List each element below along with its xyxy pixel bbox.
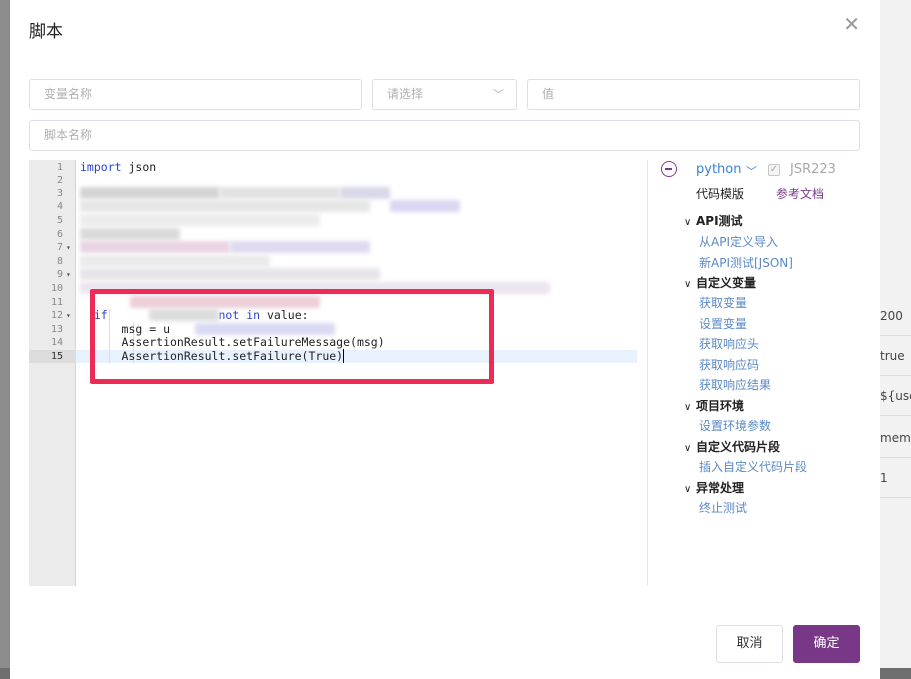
template-item[interactable]: 设置环境参数	[699, 417, 771, 434]
group-title: API测试	[696, 214, 743, 228]
chevron-down-icon: ∨	[684, 443, 692, 454]
template-item[interactable]: 设置变量	[699, 315, 747, 332]
group-api-test[interactable]: ∨ API测试	[684, 212, 743, 229]
code-line: import json	[80, 161, 156, 174]
script-name-input[interactable]: 脚本名称	[29, 120, 860, 151]
group-project-env[interactable]: ∨ 项目环境	[684, 397, 744, 414]
group-title: 异常处理	[696, 481, 745, 495]
redacted-code	[390, 200, 460, 212]
template-item[interactable]: 新API测试[JSON]	[699, 254, 793, 271]
template-item[interactable]: 终止测试	[699, 499, 747, 516]
confirm-button[interactable]: 确定	[793, 625, 860, 663]
line-number: 10	[50, 283, 63, 294]
redacted-code	[80, 268, 380, 280]
background-value: ${use	[880, 376, 911, 416]
template-item[interactable]: 从API定义导入	[699, 233, 778, 250]
tab-code-templates[interactable]: 代码模版	[696, 185, 744, 202]
line-number: 3	[56, 188, 63, 199]
template-item[interactable]: 插入自定义代码片段	[699, 458, 807, 475]
code-text: json	[121, 160, 157, 174]
chevron-down-icon: ∨	[684, 484, 692, 495]
background-value: 200	[880, 296, 911, 336]
template-item[interactable]: 获取响应头	[699, 335, 759, 352]
background-value: memb	[880, 418, 911, 458]
line-number: 1	[56, 162, 63, 173]
redacted-code	[80, 228, 180, 240]
group-title: 自定义代码片段	[696, 440, 781, 454]
jsr223-checkbox[interactable]: ✓	[768, 164, 780, 176]
variable-name-input[interactable]: 变量名称	[29, 79, 362, 110]
redacted-code	[80, 200, 370, 212]
redacted-code	[80, 255, 270, 267]
line-number[interactable]: 7	[29, 241, 71, 254]
line-number: 4	[56, 201, 63, 212]
code-template-panel: python ﹀ ✓ JSR223 代码模版 参考文档 ∨ API测试 从API定…	[647, 160, 880, 586]
background-page: 200 true ${use memb 1	[880, 0, 911, 679]
code-keyword: import	[80, 160, 122, 174]
type-select[interactable]: 请选择 ﹀	[372, 79, 517, 110]
annotation-highlight-box	[90, 289, 494, 384]
script-dialog: 脚本 ✕ 变量名称 请选择 ﹀ 值 脚本名称 1 2 3 4 5 6 7 8 9…	[10, 0, 880, 679]
dialog-title: 脚本	[29, 22, 63, 42]
line-number: 13	[50, 324, 63, 335]
chevron-down-icon: ﹀	[493, 88, 504, 101]
redacted-code	[80, 214, 320, 226]
line-number: 6	[56, 229, 63, 240]
line-number: 11	[50, 297, 63, 308]
group-title: 项目环境	[696, 399, 745, 413]
editor-gutter: 1 2 3 4 5 6 7 8 9 10 11 12 13 14 15	[29, 160, 76, 586]
chevron-down-icon: ∨	[684, 279, 692, 290]
chevron-down-icon: ∨	[684, 217, 692, 228]
value-input[interactable]: 值	[527, 79, 860, 110]
redacted-code	[220, 187, 340, 199]
close-icon[interactable]: ✕	[843, 14, 860, 34]
collapse-panel-icon[interactable]	[661, 161, 677, 177]
group-custom-variables[interactable]: ∨ 自定义变量	[684, 274, 756, 291]
group-custom-snippets[interactable]: ∨ 自定义代码片段	[684, 438, 780, 455]
line-number[interactable]: 9	[29, 268, 71, 281]
line-number[interactable]: 12	[29, 309, 71, 322]
chevron-down-icon[interactable]: ﹀	[746, 163, 757, 179]
cancel-button[interactable]: 取消	[716, 625, 783, 663]
group-title: 自定义变量	[696, 276, 757, 290]
line-number: 5	[56, 215, 63, 226]
group-exception-handling[interactable]: ∨ 异常处理	[684, 479, 744, 496]
template-item[interactable]: 获取响应码	[699, 356, 759, 373]
chevron-down-icon: ∨	[684, 402, 692, 413]
redacted-code	[340, 187, 390, 199]
type-select-placeholder: 请选择	[387, 87, 424, 101]
redacted-code	[230, 241, 370, 253]
tab-reference-docs[interactable]: 参考文档	[776, 185, 824, 202]
redacted-code	[80, 187, 220, 199]
line-number: 8	[56, 256, 63, 267]
template-item[interactable]: 获取变量	[699, 294, 747, 311]
redacted-code	[80, 241, 230, 253]
template-item[interactable]: 获取响应结果	[699, 376, 771, 393]
jsr223-label: JSR223	[790, 162, 836, 177]
line-number: 15	[29, 350, 76, 363]
background-value: 1	[880, 458, 911, 498]
background-value: true	[880, 336, 911, 376]
language-select[interactable]: python	[696, 162, 741, 177]
line-number: 2	[56, 175, 63, 186]
line-number: 14	[50, 337, 63, 348]
